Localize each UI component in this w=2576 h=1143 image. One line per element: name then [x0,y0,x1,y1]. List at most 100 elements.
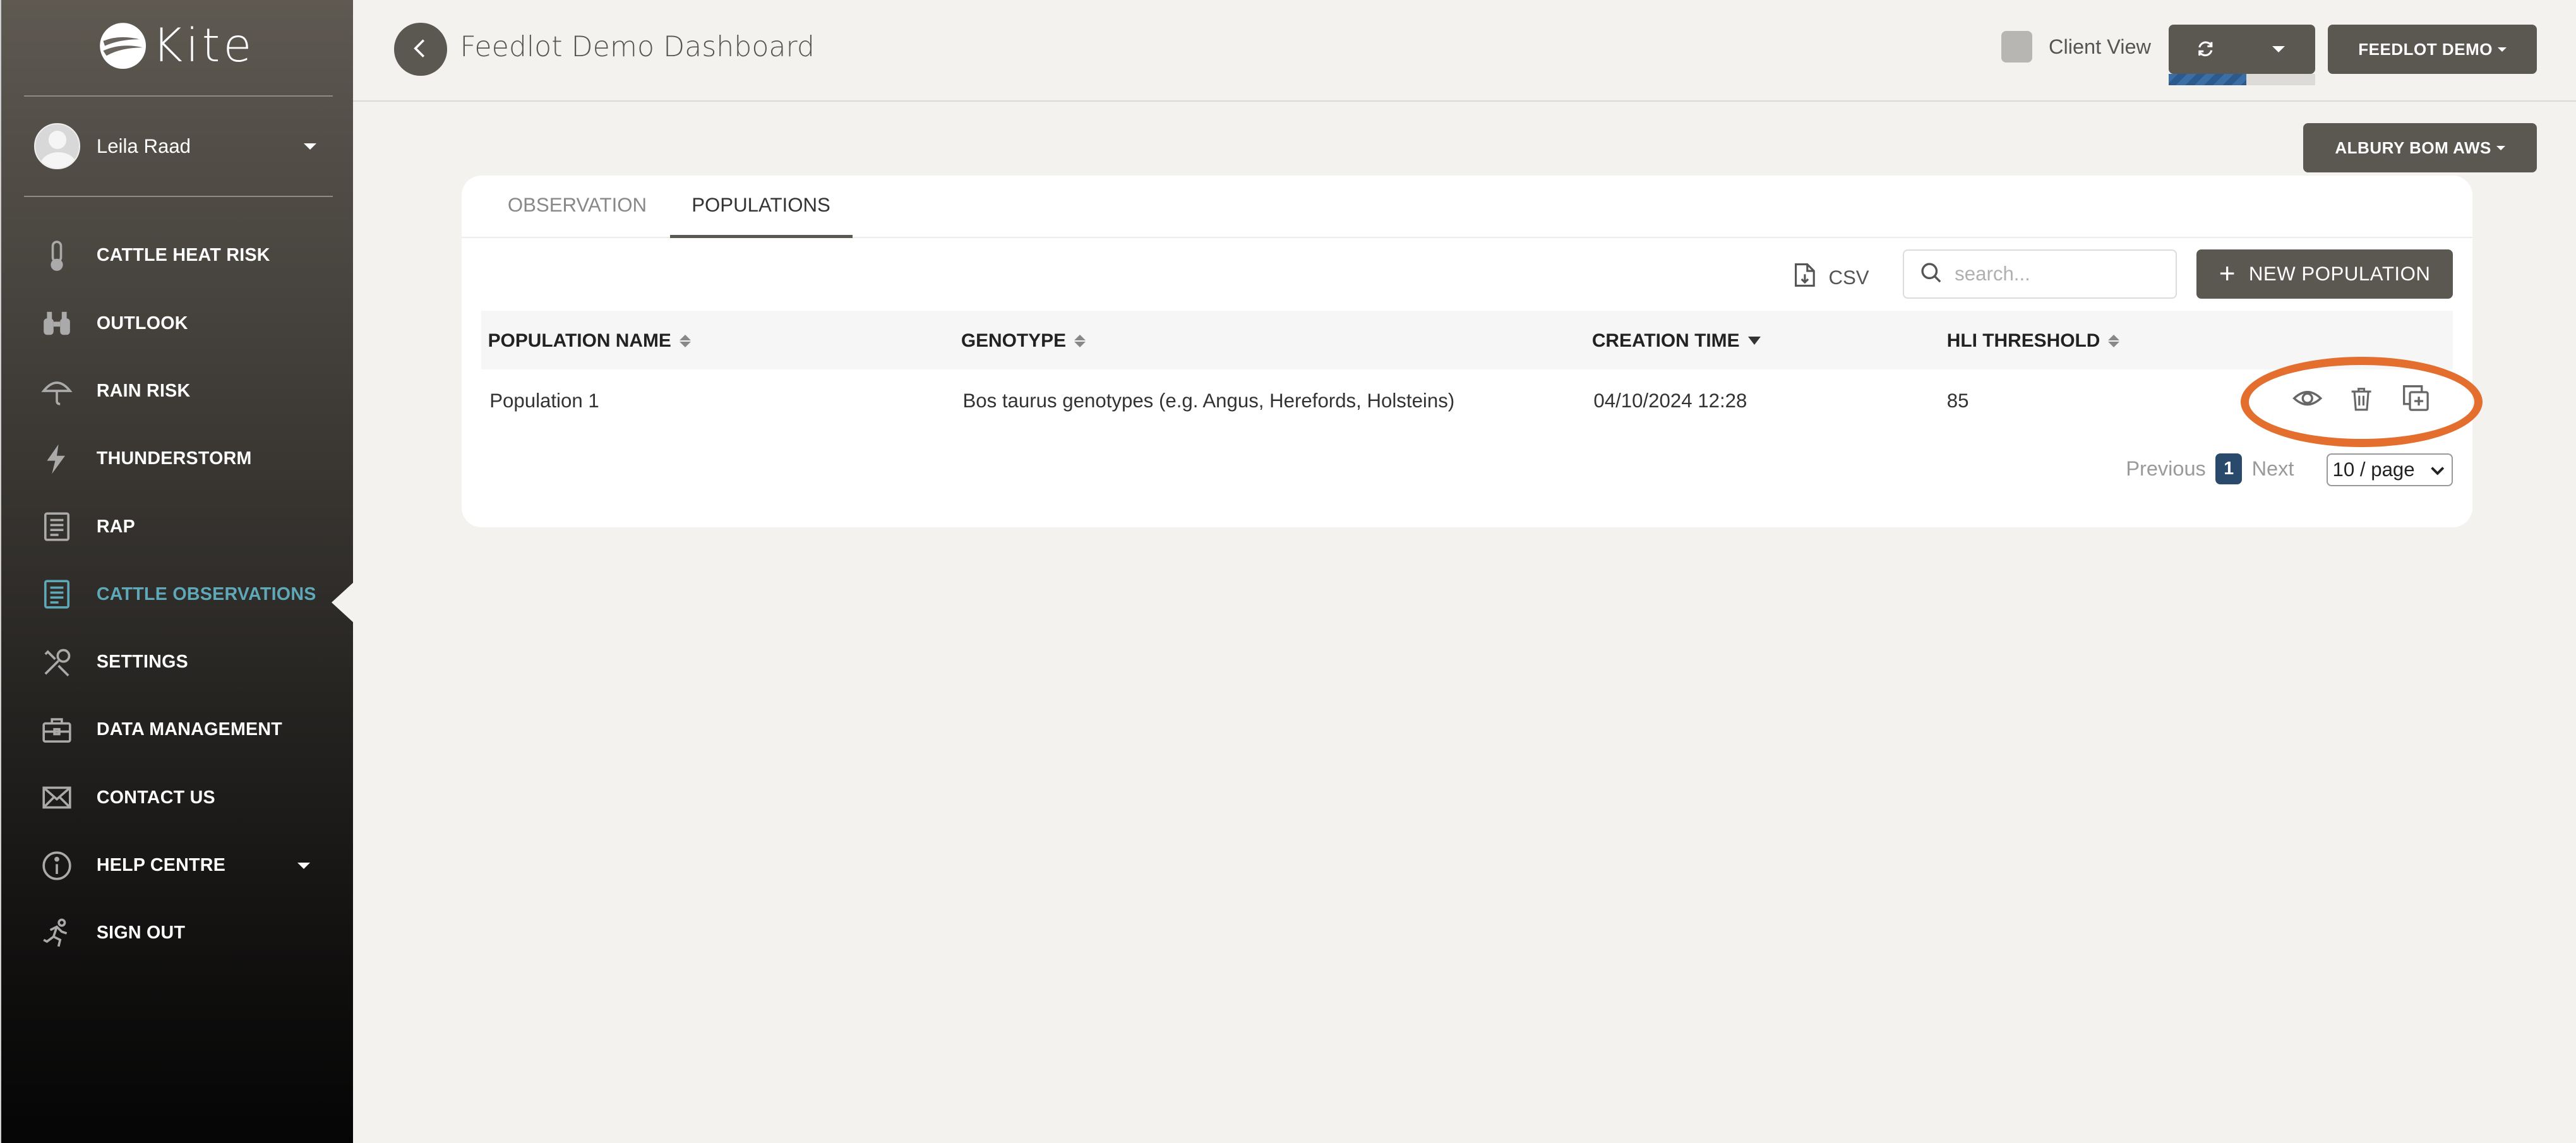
cell-genotype: Bos taurus genotypes (e.g. Angus, Herefo… [962,389,1455,412]
sidebar-item-label: OUTLOOK [96,313,188,333]
column-label: CREATION TIME [1591,330,1740,351]
sidebar-item-rain-risk[interactable]: RAIN RISK [1,357,354,425]
binoculars-icon [37,304,76,343]
active-tab-indicator [670,235,853,239]
account-dropdown-button[interactable]: FEEDLOT DEMO [2328,25,2537,75]
sidebar-item-cattle-heat-risk[interactable]: CATTLE HEAT RISK [1,222,354,289]
page-size-value: 10 / page [2332,458,2415,481]
column-label: HLI THRESHOLD [1946,330,2100,351]
column-header-population-name[interactable]: POPULATION NAME [488,330,691,352]
client-view-toggle[interactable]: Client View [2001,31,2152,63]
copy-icon[interactable] [2400,383,2431,414]
active-indicator [332,582,355,624]
column-label: POPULATION NAME [488,330,671,351]
csv-export-button[interactable]: CSV [1794,263,1869,292]
kite-logo[interactable]: Kite [97,16,255,76]
sidebar-item-settings[interactable]: SETTINGS [1,628,354,696]
sidebar-item-label: THUNDERSTORM [96,448,252,469]
previous-page-button[interactable]: Previous [2126,457,2205,481]
document-icon [37,575,76,614]
sidebar-item-label: CONTACT US [96,787,215,808]
new-population-label: NEW POPULATION [2248,263,2431,285]
user-name: Leila Raad [96,135,191,157]
document-icon [37,507,76,546]
briefcase-icon [37,710,76,750]
sidebar-item-label: SIGN OUT [96,923,186,943]
refresh-icon [2196,34,2215,64]
search-box[interactable] [1902,249,2177,299]
csv-label: CSV [1828,266,1869,289]
sidebar-item-label: DATA MANAGEMENT [96,719,283,740]
station-dropdown-label: ALBURY BOM AWS [2335,138,2491,157]
sidebar-item-data-management[interactable]: DATA MANAGEMENT [1,696,354,763]
cell-population-name: Population 1 [489,389,599,412]
client-view-checkbox[interactable] [2001,31,2033,63]
sidebar-item-sign-out[interactable]: SIGN OUT [1,899,354,967]
top-bar: Feedlot Demo Dashboard Client View FEEDL… [353,0,2576,102]
client-view-label: Client View [2049,35,2152,58]
info-icon [37,846,76,885]
chevron-down-icon [297,863,311,869]
search-icon [1920,259,1942,289]
sidebar-item-label: CATTLE HEAT RISK [96,245,270,266]
user-menu[interactable]: Leila Raad [34,122,317,171]
station-dropdown-button[interactable]: ALBURY BOM AWS [2303,123,2537,173]
refresh-button-group [2168,25,2315,75]
refresh-options-dropdown[interactable] [2243,25,2315,74]
sort-icon [679,333,691,349]
refresh-progress-bar [2168,74,2315,86]
sidebar-item-label: SETTINGS [96,652,188,673]
chevron-down-icon [2430,458,2445,481]
sort-icon [2108,333,2120,349]
plus-icon: + [2219,258,2236,290]
sidebar-item-label: HELP CENTRE [96,855,226,875]
page-number-button[interactable]: 1 [2215,453,2242,485]
column-header-creation-time[interactable]: CREATION TIME [1592,330,1761,352]
tab-populations[interactable]: POPULATIONS [692,194,830,217]
sidebar-nav: CATTLE HEAT RISK OUTLOOK RAIN RISK THUND… [1,222,355,967]
sidebar-item-outlook[interactable]: OUTLOOK [1,289,354,357]
sidebar-item-label: RAP [96,516,136,537]
chevron-down-icon [304,143,317,150]
trash-icon[interactable] [2346,383,2377,414]
column-header-genotype[interactable]: GENOTYPE [961,330,1086,352]
tab-observation[interactable]: OBSERVATION [508,194,647,217]
account-dropdown-label: FEEDLOT DEMO [2358,39,2493,59]
tools-icon [37,642,76,681]
column-header-hli-threshold[interactable]: HLI THRESHOLD [1947,330,2120,352]
pagination: Previous 1 Next [2126,453,2294,485]
sort-icon [1074,333,1086,349]
sidebar-item-thunderstorm[interactable]: THUNDERSTORM [1,425,354,493]
page-size-select[interactable]: 10 / page [2326,453,2453,487]
page-title: Feedlot Demo Dashboard [460,31,815,64]
next-page-button[interactable]: Next [2252,457,2294,481]
sidebar-divider [24,195,333,198]
sidebar-item-label: RAIN RISK [96,380,191,401]
sidebar-item-contact-us[interactable]: CONTACT US [1,764,354,832]
sort-descending-icon [1747,337,1761,345]
sidebar-item-cattle-observations[interactable]: CATTLE OBSERVATIONS [1,561,355,628]
running-person-icon [37,914,76,953]
lightning-icon [37,440,76,479]
chevron-left-icon [410,34,430,64]
table-header: POPULATION NAME GENOTYPE CREATION TIME H… [481,310,2453,370]
refresh-button[interactable] [2169,25,2243,74]
chevron-down-icon [2496,145,2505,150]
envelope-icon [37,778,76,817]
thermometer-icon [37,236,76,275]
sidebar-item-help-centre[interactable]: HELP CENTRE [1,832,354,899]
table-row: Population 1 Bos taurus genotypes (e.g. … [481,369,2453,429]
sidebar: Kite Leila Raad CATTLE HEAT RISK OUTLOOK [0,0,355,1143]
row-actions [2292,383,2431,414]
cell-creation-time: 04/10/2024 12:28 [1593,389,1747,412]
sidebar-divider [24,95,333,97]
avatar [34,123,80,169]
new-population-button[interactable]: + NEW POPULATION [2196,249,2453,299]
refresh-progress-fill [2168,74,2246,86]
tab-bar: OBSERVATION POPULATIONS [462,176,2473,239]
back-button[interactable] [394,23,447,76]
search-input[interactable] [1955,263,2152,286]
sidebar-item-rap[interactable]: RAP [1,493,354,560]
eye-icon[interactable] [2292,383,2323,414]
sidebar-item-label: CATTLE OBSERVATIONS [96,583,316,604]
